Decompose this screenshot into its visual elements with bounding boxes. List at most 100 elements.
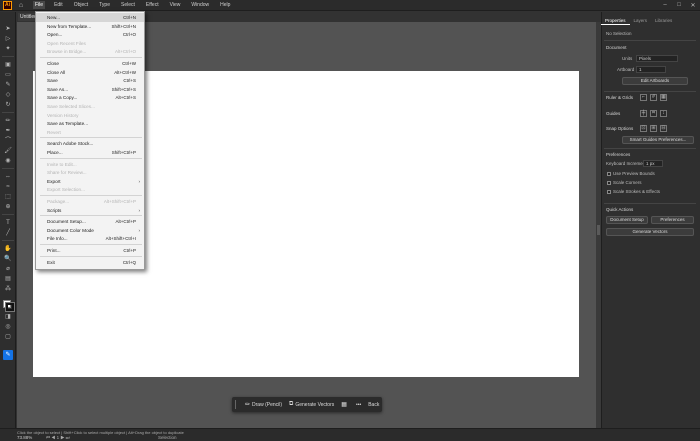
edit-artboards-button[interactable]: Edit Artboards	[622, 77, 688, 85]
scrollbar-thumb[interactable]	[597, 225, 600, 235]
artboard-label: Artboard	[617, 67, 635, 72]
zoom-field[interactable]: 73.88%	[17, 435, 39, 440]
maximize-icon[interactable]: □	[672, 2, 686, 8]
symbol-sprayer-tool-icon[interactable]: ⁂	[3, 286, 13, 293]
minimize-icon[interactable]: –	[658, 2, 672, 8]
gradient-tool-icon[interactable]: ▤	[3, 276, 13, 283]
file-menu-item-label: Document Setup...	[47, 219, 86, 225]
scale-strokes-checkbox[interactable]	[607, 190, 611, 194]
screen-mode-icon[interactable]: ▢	[3, 334, 13, 341]
menu-window[interactable]: Window	[189, 1, 211, 9]
back-button[interactable]: Back	[368, 402, 379, 408]
edit-toolbar-icon[interactable]: ✎	[3, 350, 13, 360]
tools-panel: ➤ ▷ ✦ ▣ ▭ ✎ ◇ ↻ ✏ ✒ ⌒ 🖌 ◉ ⇔ ≈ ⬚ ⊕ T ╱ ✋ …	[0, 12, 16, 428]
shaper-tool-icon[interactable]: ✎	[3, 82, 13, 89]
file-menu-item-label: Invite to Edit...	[47, 161, 77, 167]
generate-vectors-panel-button[interactable]: Generate Vectors	[606, 228, 694, 236]
selection-tool-icon[interactable]: ➤	[3, 26, 13, 33]
home-icon[interactable]: ⌂	[16, 1, 26, 10]
width-tool-icon[interactable]: ⇔	[3, 174, 13, 181]
file-menu-item[interactable]: File Info... Alt+Shift+Ctrl+I	[36, 234, 144, 243]
menu-edit[interactable]: Edit	[52, 1, 65, 9]
keyboard-increment-field[interactable]: 1 px	[643, 160, 663, 167]
file-menu-item-label: Save Selected Slices...	[47, 104, 95, 109]
close-window-icon[interactable]: ✕	[686, 2, 700, 9]
artboard-tool-icon[interactable]: ▣	[3, 62, 13, 69]
eraser-tool-icon[interactable]: ◇	[3, 92, 13, 99]
menu-help[interactable]: Help	[218, 1, 232, 9]
file-menu-item-label: Save	[47, 78, 58, 84]
drag-handle[interactable]	[235, 400, 238, 409]
tool-separator	[2, 214, 14, 215]
menu-object[interactable]: Object	[72, 1, 90, 9]
eyedropper-tool-icon[interactable]: ⌀	[3, 266, 13, 273]
type-tool-icon[interactable]: T	[3, 220, 13, 227]
menu-file[interactable]: File	[33, 1, 46, 9]
menu-separator	[40, 195, 142, 196]
preferences-button[interactable]: Preferences	[651, 216, 694, 224]
panel-divider	[604, 203, 696, 204]
zoom-tool-icon[interactable]: 🔍	[3, 256, 13, 263]
menu-select[interactable]: Select	[119, 1, 137, 9]
ruler-icon[interactable]: ⌐	[640, 94, 647, 101]
menu-separator	[40, 215, 142, 217]
image-icon[interactable]: ▦	[341, 401, 349, 408]
more-options-button[interactable]: •••	[356, 402, 361, 408]
curvature-tool-icon[interactable]: ⌒	[3, 138, 13, 145]
artboard-dropdown[interactable]: 1	[636, 66, 666, 73]
lock-guides-icon[interactable]: ⌗	[650, 110, 657, 117]
shape-builder-tool-icon[interactable]: ⊕	[3, 204, 13, 211]
menu-view[interactable]: View	[168, 1, 183, 9]
tab-layers[interactable]: Layers	[630, 17, 652, 25]
tab-properties[interactable]: Properties	[601, 17, 630, 25]
generate-vectors-button[interactable]: ⧉ Generate Vectors	[289, 401, 334, 408]
tab-libraries[interactable]: Libraries	[651, 17, 676, 25]
status-bar: Click the object to select | Shift+Click…	[0, 428, 700, 441]
menu-effect[interactable]: Effect	[144, 1, 161, 9]
status-selection-dropdown[interactable]: Selection	[158, 435, 177, 440]
file-menu-item[interactable]: Print... Ctrl+P	[36, 246, 144, 255]
menu-separator	[40, 137, 142, 139]
stroke-swatch[interactable]	[5, 302, 15, 312]
pixel-grid-icon[interactable]: ▦	[660, 94, 667, 101]
snap-to-grid-icon[interactable]: ⊞	[650, 125, 657, 132]
file-menu-item[interactable]: Place... Shift+Ctrl+P	[36, 148, 144, 157]
magic-wand-tool-icon[interactable]: ✦	[3, 46, 13, 53]
smart-guides-preferences-button[interactable]: Smart Guides Preferences...	[622, 136, 694, 144]
menu-type[interactable]: Type	[97, 1, 112, 9]
draw-mode-icon[interactable]: ◎	[3, 324, 13, 331]
hand-tool-icon[interactable]: ✋	[3, 246, 13, 253]
pen-tool-icon[interactable]: ✒	[3, 128, 13, 135]
guides-heading: Guides	[606, 111, 621, 116]
file-menu-item-label: Exit	[47, 259, 55, 265]
snap-to-point-icon[interactable]: ⊡	[640, 125, 647, 132]
file-menu-item-label: New from Template...	[47, 23, 92, 29]
file-menu-item-label: Export Selection...	[47, 187, 86, 193]
pencil-tool-icon[interactable]: ✏	[3, 118, 13, 125]
rotate-tool-icon[interactable]: ↻	[3, 102, 13, 109]
panel-divider	[604, 91, 696, 92]
units-dropdown[interactable]: Pixels	[636, 55, 678, 62]
show-guides-icon[interactable]: ╪	[640, 110, 647, 117]
line-tool-icon[interactable]: ╱	[3, 230, 13, 237]
direct-selection-tool-icon[interactable]: ▷	[3, 36, 13, 43]
paintbrush-tool-icon[interactable]: 🖌	[3, 148, 13, 155]
draw-pencil-button[interactable]: ✏ Draw (Pencil)	[245, 401, 282, 409]
document-setup-button[interactable]: Document Setup	[606, 216, 648, 224]
file-menu-item[interactable]: Exit Ctrl+Q	[36, 258, 144, 267]
color-mode-icon[interactable]: ◨	[3, 314, 13, 321]
snap-to-pixel-icon[interactable]: ⊟	[660, 125, 667, 132]
file-menu-item-label: Place...	[47, 150, 63, 155]
smart-guides-icon[interactable]: ↕	[660, 110, 667, 117]
free-transform-tool-icon[interactable]: ⬚	[3, 194, 13, 201]
artboard-navigator[interactable]: ⏮ ◀ 1 ▶ ⏭	[46, 435, 70, 440]
scale-corners-checkbox[interactable]	[607, 181, 611, 185]
blob-brush-tool-icon[interactable]: ◉	[3, 158, 13, 165]
warp-tool-icon[interactable]: ≈	[3, 184, 13, 191]
file-menu-item-label: Close All	[47, 69, 66, 75]
grid-icon[interactable]: #	[650, 94, 657, 101]
pencil-icon: ✏	[245, 402, 251, 408]
rectangle-tool-icon[interactable]: ▭	[3, 72, 13, 79]
use-preview-bounds-checkbox[interactable]	[607, 172, 611, 176]
file-menu-item[interactable]: Scripts ›	[36, 206, 144, 215]
